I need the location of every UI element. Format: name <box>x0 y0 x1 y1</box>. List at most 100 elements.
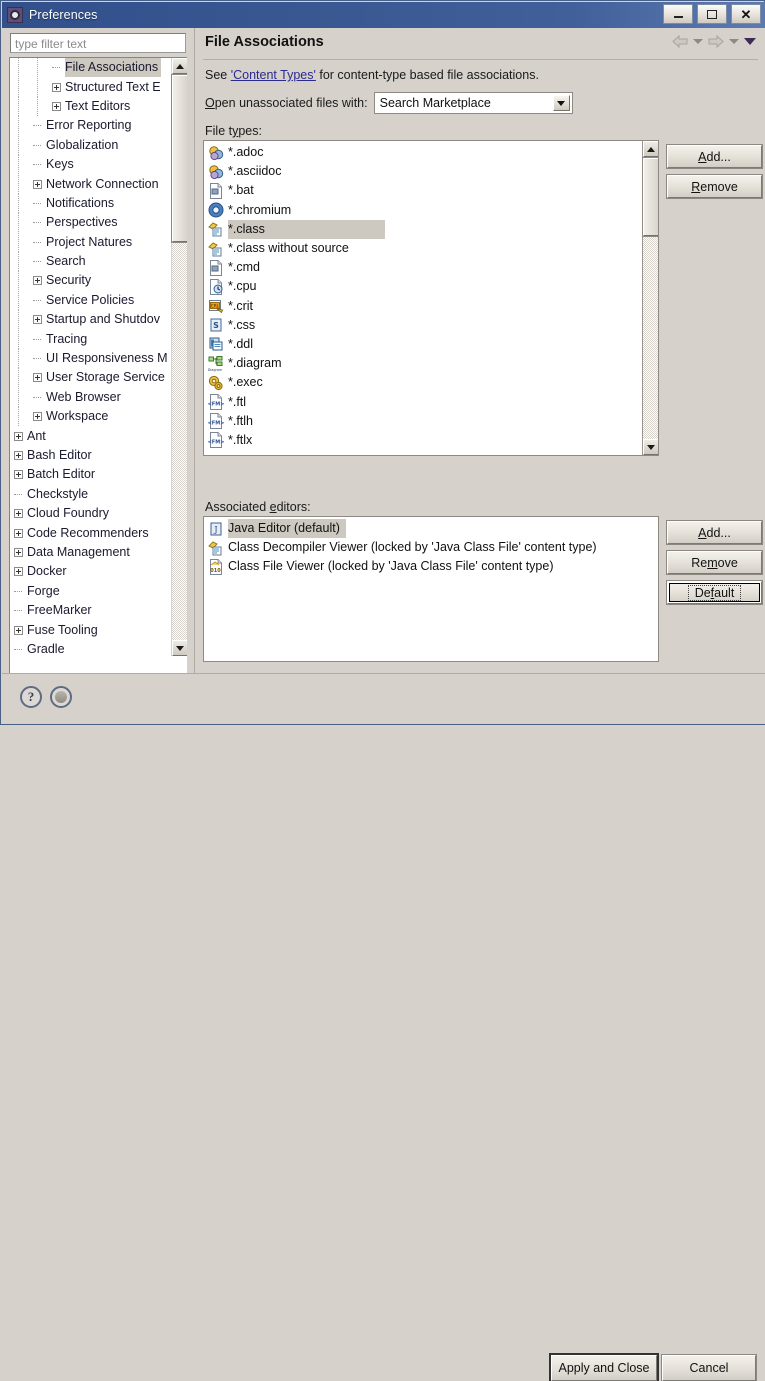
tree-expand-plus-icon[interactable] <box>14 432 23 441</box>
list-item[interactable]: *.cmd <box>204 258 641 277</box>
tree-expand-plus-icon[interactable] <box>14 470 23 479</box>
list-item[interactable]: CRL*.crit <box>204 297 641 316</box>
editors-add-button[interactable]: Add... <box>667 521 762 544</box>
sidebar-item-data-management[interactable]: Data Management <box>10 543 171 562</box>
tree-expand-plus-icon[interactable] <box>14 626 23 635</box>
list-item[interactable]: *.ddl <box>204 335 641 354</box>
open-unassociated-row: Open unassociated files with: Search Mar… <box>205 92 573 114</box>
window-title: Preferences <box>29 8 98 22</box>
open-unassociated-combobox[interactable]: Search Marketplace <box>374 92 573 114</box>
sidebar-item-ant[interactable]: Ant <box>10 426 171 445</box>
sidebar-item-checkstyle[interactable]: Checkstyle <box>10 485 171 504</box>
sidebar-item-startup-and-shutdov[interactable]: Startup and Shutdov <box>10 310 171 329</box>
tree-expand-plus-icon[interactable] <box>33 373 42 382</box>
sidebar-item-docker[interactable]: Docker <box>10 562 171 581</box>
sidebar-item-perspectives[interactable]: Perspectives <box>10 213 171 232</box>
editors-default-button[interactable]: Default <box>667 581 762 604</box>
sidebar-item-service-policies[interactable]: Service Policies <box>10 291 171 310</box>
sidebar-item-forge[interactable]: Forge <box>10 582 171 601</box>
sidebar-item-ui-responsiveness-m[interactable]: UI Responsiveness M <box>10 349 171 368</box>
sidebar-item-error-reporting[interactable]: Error Reporting <box>10 116 171 135</box>
list-item[interactable]: *.bat <box>204 181 641 200</box>
back-arrow-icon[interactable] <box>672 35 688 48</box>
sidebar-item-keys[interactable]: Keys <box>10 155 171 174</box>
minimize-button[interactable] <box>663 4 693 24</box>
list-item[interactable]: *.adoc <box>204 143 641 162</box>
tree-expand-plus-icon[interactable] <box>14 509 23 518</box>
sidebar-item-fuse-tooling[interactable]: Fuse Tooling <box>10 620 171 639</box>
list-item[interactable]: Diagram*.diagram <box>204 354 641 373</box>
file-types-add-button[interactable]: Add... <box>667 145 762 168</box>
help-question-icon[interactable]: ? <box>20 686 42 708</box>
sidebar-item-web-browser[interactable]: Web Browser <box>10 388 171 407</box>
tree-expand-plus-icon[interactable] <box>33 315 42 324</box>
sidebar-item-gradle[interactable]: Gradle <box>10 640 171 656</box>
list-item[interactable]: 010Class File Viewer (locked by 'Java Cl… <box>204 557 658 576</box>
sidebar-item-network-connection[interactable]: Network Connection <box>10 174 171 193</box>
sidebar-item-search[interactable]: Search <box>10 252 171 271</box>
list-item[interactable]: *.cpu <box>204 277 641 296</box>
sidebar-item-cloud-foundry[interactable]: Cloud Foundry <box>10 504 171 523</box>
view-menu-icon[interactable] <box>744 38 756 45</box>
tree-scroll-thumb[interactable] <box>172 75 187 242</box>
tree-expand-plus-icon[interactable] <box>52 102 61 111</box>
file-types-vertical-scrollbar[interactable] <box>642 141 658 455</box>
file-types-scroll-up-button[interactable] <box>643 141 659 157</box>
list-item[interactable]: *.chromium <box>204 201 641 220</box>
sidebar-item-freemarker[interactable]: FreeMarker <box>10 601 171 620</box>
list-item[interactable]: Class Decompiler Viewer (locked by 'Java… <box>204 538 658 557</box>
filter-input[interactable]: type filter text <box>10 33 186 53</box>
sidebar-item-code-recommenders[interactable]: Code Recommenders <box>10 523 171 542</box>
sidebar-item-file-associations[interactable]: File Associations <box>10 58 171 77</box>
content-types-link[interactable]: 'Content Types' <box>231 68 316 82</box>
tree-expand-plus-icon[interactable] <box>33 412 42 421</box>
sidebar-item-globalization[interactable]: Globalization <box>10 136 171 155</box>
cancel-button[interactable]: Cancel <box>662 1355 756 1381</box>
list-item[interactable]: *.class <box>204 220 641 239</box>
apply-and-close-button[interactable]: Apply and Close <box>551 1355 657 1381</box>
list-item[interactable]: JJava Editor (default) <box>204 519 658 538</box>
combobox-chevron-down-icon[interactable] <box>553 95 570 111</box>
tree-scroll-up-button[interactable] <box>172 58 187 74</box>
sidebar-item-text-editors[interactable]: Text Editors <box>10 97 171 116</box>
sidebar-item-bash-editor[interactable]: Bash Editor <box>10 446 171 465</box>
forward-history-chevron-down-icon[interactable] <box>729 39 739 44</box>
sidebar-item-user-storage-service[interactable]: User Storage Service <box>10 368 171 387</box>
tree-vertical-scrollbar[interactable] <box>171 58 187 656</box>
preferences-tree[interactable]: File AssociationsStructured Text EText E… <box>9 57 187 697</box>
sidebar-item-structured-text-e[interactable]: Structured Text E <box>10 77 171 96</box>
associated-editors-list[interactable]: JJava Editor (default)Class Decompiler V… <box>203 516 659 662</box>
list-item[interactable]: <FM>*.ftl <box>204 392 641 411</box>
tree-expand-plus-icon[interactable] <box>14 567 23 576</box>
tree-expand-plus-icon[interactable] <box>14 529 23 538</box>
file-types-list[interactable]: *.adoc*.asciidoc*.bat*.chromium*.class*.… <box>203 140 659 456</box>
list-item[interactable]: <FM>*.ftlx <box>204 431 641 450</box>
sidebar-item-project-natures[interactable]: Project Natures <box>10 233 171 252</box>
file-types-scroll-down-button[interactable] <box>643 439 659 455</box>
sidebar-item-security[interactable]: Security <box>10 271 171 290</box>
tree-expand-plus-icon[interactable] <box>33 276 42 285</box>
back-history-chevron-down-icon[interactable] <box>693 39 703 44</box>
associated-editors-rows-container: JJava Editor (default)Class Decompiler V… <box>204 519 658 577</box>
sidebar-item-notifications[interactable]: Notifications <box>10 194 171 213</box>
file-types-scroll-thumb[interactable] <box>643 158 659 236</box>
maximize-button[interactable] <box>697 4 727 24</box>
close-button[interactable]: ✕ <box>731 4 761 24</box>
list-item[interactable]: *.asciidoc <box>204 162 641 181</box>
sidebar-item-workspace[interactable]: Workspace <box>10 407 171 426</box>
tree-expand-plus-icon[interactable] <box>52 83 61 92</box>
tree-expand-plus-icon[interactable] <box>14 548 23 557</box>
list-item[interactable]: *.class without source <box>204 239 641 258</box>
tree-expand-plus-icon[interactable] <box>14 451 23 460</box>
forward-arrow-icon[interactable] <box>708 35 724 48</box>
restore-defaults-icon[interactable] <box>50 686 72 708</box>
sidebar-item-tracing[interactable]: Tracing <box>10 329 171 348</box>
list-item[interactable]: *.exec <box>204 373 641 392</box>
list-item[interactable]: <FM>*.ftlh <box>204 412 641 431</box>
sidebar-item-batch-editor[interactable]: Batch Editor <box>10 465 171 484</box>
editors-remove-button[interactable]: Remove <box>667 551 762 574</box>
tree-expand-plus-icon[interactable] <box>33 180 42 189</box>
tree-scroll-down-button[interactable] <box>172 640 187 656</box>
file-types-remove-button[interactable]: Remove <box>667 175 762 198</box>
list-item[interactable]: S*.css <box>204 316 641 335</box>
